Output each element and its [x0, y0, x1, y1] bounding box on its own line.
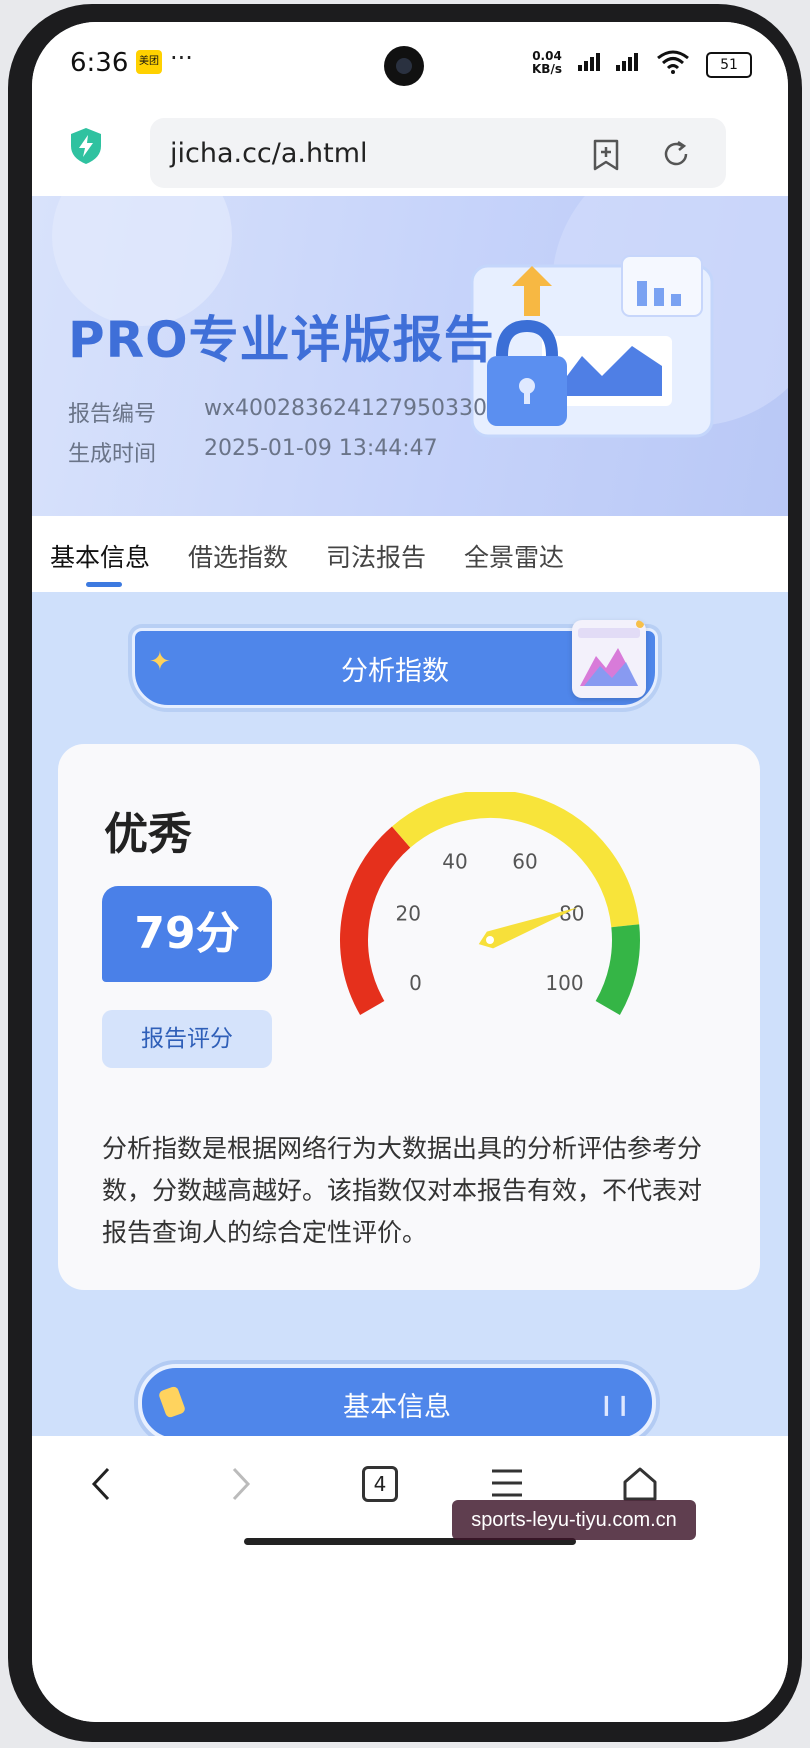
- tabs-count-button[interactable]: 4: [362, 1466, 398, 1502]
- generated-time-value: 2025-01-09 13:44:47: [204, 436, 438, 461]
- security-shield-icon[interactable]: [68, 126, 104, 166]
- gauge-red-segment: [340, 826, 411, 1015]
- report-header: PRO专业详版报告 报告编号 wx400283624127950330 生成时间…: [32, 196, 788, 516]
- report-title: PRO专业详版报告: [68, 311, 495, 369]
- back-icon[interactable]: [86, 1466, 116, 1502]
- score-value: 79分: [102, 886, 272, 982]
- phone-frame: 6:36 美团 ··· 0.04 KB/s 51 jicha.cc/a.html…: [8, 4, 802, 1742]
- report-id-label: 报告编号: [68, 402, 157, 427]
- tab-borrowing-index[interactable]: 借选指数: [188, 538, 288, 574]
- chart-illustration-icon: [572, 620, 646, 698]
- reload-icon[interactable]: [660, 138, 692, 170]
- menu-icon[interactable]: [490, 1466, 524, 1500]
- gauge-green-segment: [595, 924, 640, 1015]
- tab-panorama-radar[interactable]: 全景雷达: [464, 538, 564, 574]
- analysis-description: 分析指数是根据网络行为大数据出具的分析评估参考分数，分数越高越好。该指数仅对本报…: [102, 1134, 703, 1247]
- front-camera: [384, 46, 424, 86]
- gauge-needle: [478, 907, 579, 949]
- score-card: 优秀 79分 报告评分 0 20 40 60 80 100 分析指数是根据网络行为大数据出…: [58, 744, 760, 1290]
- generated-time-label: 生成时间: [68, 442, 157, 467]
- gauge-tick-label: 100: [545, 971, 583, 995]
- grade-label: 优秀: [104, 809, 192, 860]
- signal-icon: [578, 52, 602, 71]
- gauge-tick-label: 40: [442, 849, 467, 873]
- status-time: 6:36: [70, 48, 129, 78]
- pause-bars-icon: ❙❙: [598, 1392, 632, 1416]
- gauge-tick-label: 0: [409, 971, 422, 995]
- gauge-tick-label: 20: [395, 901, 420, 925]
- network-speed-unit: KB/s: [532, 62, 562, 76]
- gauge-hub: [486, 936, 494, 944]
- report-tabs: 基本信息 借选指数 司法报告 全景雷达: [32, 516, 788, 592]
- wifi-icon: [657, 50, 689, 74]
- tab-judicial-report[interactable]: 司法报告: [326, 538, 426, 574]
- browser-bottom-nav: 4: [32, 1436, 788, 1722]
- tab-basic-info[interactable]: 基本信息: [50, 538, 150, 574]
- basic-info-button[interactable]: 基本信息 ❙❙: [138, 1364, 656, 1442]
- gauge-tick-label: 60: [512, 849, 537, 873]
- browser-address-bar: jicha.cc/a.html: [32, 100, 788, 196]
- forward-icon[interactable]: [226, 1466, 256, 1502]
- more-notifications-icon: ···: [170, 44, 193, 72]
- screen: 6:36 美团 ··· 0.04 KB/s 51 jicha.cc/a.html…: [32, 22, 788, 1722]
- report-id-value: wx400283624127950330: [204, 396, 487, 421]
- status-bar: 6:36 美团 ··· 0.04 KB/s 51: [32, 22, 788, 100]
- signal-icon-2: [616, 52, 640, 71]
- watermark: sports-leyu-tiyu.com.cn: [452, 1500, 696, 1540]
- basic-info-button-label[interactable]: 基本信息: [142, 1385, 652, 1424]
- active-tab-indicator: [86, 582, 122, 587]
- score-caption: 报告评分: [102, 1010, 272, 1068]
- add-bookmark-icon[interactable]: [590, 138, 622, 172]
- home-icon[interactable]: [622, 1466, 658, 1502]
- network-speed: 0.04 KB/s: [532, 50, 562, 76]
- score-gauge: 02040 6080100: [340, 792, 640, 1015]
- url-field[interactable]: jicha.cc/a.html: [150, 118, 726, 188]
- battery-icon: 51: [706, 52, 752, 78]
- meituan-notification-icon: 美团: [136, 50, 162, 74]
- url-text[interactable]: jicha.cc/a.html: [170, 138, 368, 169]
